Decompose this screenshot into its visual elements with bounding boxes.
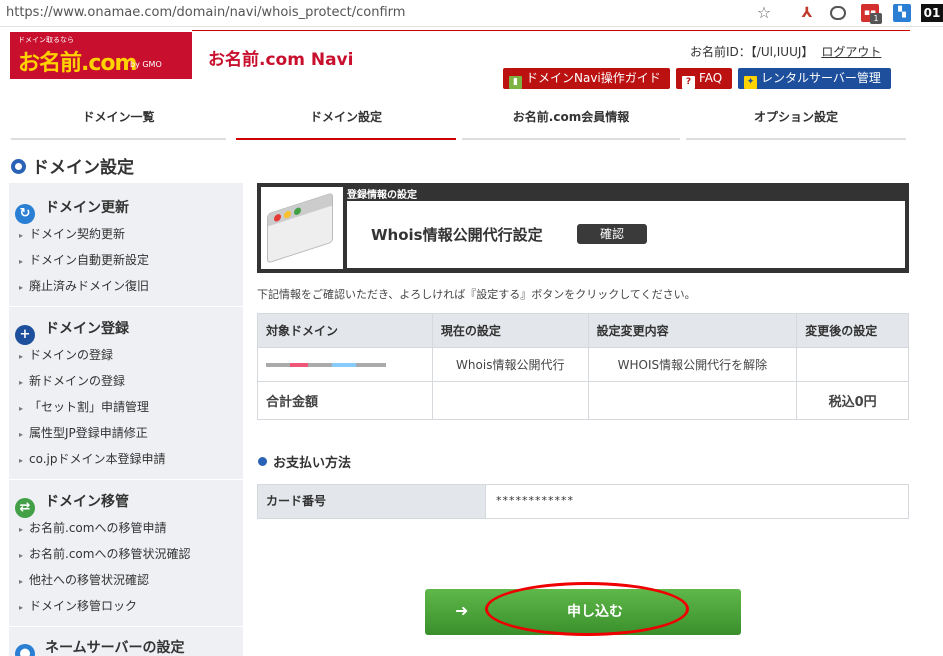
people-icon: ●: [15, 644, 35, 656]
onamae-logo[interactable]: ドメイン取るなら お名前.com by GMO: [10, 32, 192, 79]
total-amount: 税込0円: [796, 381, 909, 420]
faq-label: FAQ: [699, 71, 723, 85]
sidebar-item-transfer-status[interactable]: お名前.comへの移管状況確認: [9, 541, 243, 567]
sidebar-item-renew-contract[interactable]: ドメイン契約更新: [9, 221, 243, 247]
logo-sub-text: by GMO: [130, 60, 162, 69]
column-header: 変更後の設定: [796, 313, 909, 348]
table-header-row: 対象ドメイン 現在の設定 設定変更内容 変更後の設定: [257, 313, 909, 348]
user-id-value: 【/Ul,IUUJ】: [750, 45, 814, 59]
payment-heading: お支払い方法: [258, 452, 351, 471]
sidebar-item-transfer-request[interactable]: お名前.comへの移管申請: [9, 515, 243, 541]
window-graphic: [267, 192, 333, 264]
sidebar-heading-renew: ↻ ドメイン更新: [9, 195, 243, 224]
sidebar-item-cojp-register[interactable]: co.jpドメイン本登録申請: [9, 446, 243, 472]
tab-member-info[interactable]: お名前.com会員情報: [462, 104, 680, 140]
sidebar-divider: [9, 626, 243, 627]
sidebar-heading-renew-label: ドメイン更新: [45, 200, 129, 216]
empty-cell: [431, 381, 589, 420]
logo-tagline: ドメイン取るなら: [18, 36, 74, 44]
user-info: お名前ID：【/Ul,IUUJ】 ログアウト: [690, 43, 881, 60]
sidebar-heading-register: + ドメイン登録: [9, 316, 243, 345]
extension-badge: 1: [870, 13, 882, 24]
sidebar-item-domain-register[interactable]: ドメインの登録: [9, 342, 243, 368]
card-number-value: ************: [496, 494, 574, 507]
table-row: Whois情報公開代行 WHOIS情報公開代行を解除: [257, 347, 909, 382]
site-title: お名前.com Navi: [208, 50, 354, 70]
sidebar-item-transfer-lock[interactable]: ドメイン移管ロック: [9, 593, 243, 619]
redacted-domain: [266, 363, 386, 367]
rental-server-button[interactable]: ✦ レンタルサーバー管理: [738, 68, 891, 89]
sidebar-section-transfer: ⇄ドメイン移管 お名前.comへの移管申請 お名前.comへの移管状況確認 他社…: [9, 489, 243, 619]
logout-link[interactable]: ログアウト: [821, 45, 881, 59]
server-icon: ✦: [744, 76, 757, 89]
target-domain-cell: [257, 347, 433, 382]
sidebar-item-restore[interactable]: 廃止済みドメイン復旧: [9, 273, 243, 299]
total-label: 合計金額: [257, 381, 433, 420]
sidebar-heading-nameserver: ● ネームサーバーの設定: [9, 635, 243, 656]
card-number-label: カード番号: [258, 485, 486, 518]
total-row: 合計金額 税込0円: [257, 381, 909, 420]
highlight-annotation: [485, 582, 689, 636]
sidebar-section-nameserver: ● ネームサーバーの設定: [9, 635, 243, 656]
sidebar-divider: [9, 479, 243, 480]
logo-main-text: お名前.com: [18, 51, 137, 76]
tab-domain-list[interactable]: ドメイン一覧: [11, 104, 226, 140]
bookmark-star-icon[interactable]: ☆: [755, 4, 773, 22]
sidebar-heading-register-label: ドメイン登録: [45, 321, 129, 337]
sidebar-heading-transfer-label: ドメイン移管: [45, 494, 129, 510]
payment-heading-text: お支払い方法: [273, 456, 352, 471]
blue-extension-icon[interactable]: ▚: [893, 4, 911, 22]
column-header: 設定変更内容: [587, 313, 798, 348]
empty-cell: [587, 381, 798, 420]
circle-bullet-icon: [11, 159, 26, 174]
tab-domain-settings[interactable]: ドメイン設定: [236, 104, 456, 140]
main-nav: ドメイン一覧 ドメイン設定 お名前.com会員情報 オプション設定: [0, 104, 943, 140]
sidebar-item-jp-fix[interactable]: 属性型JP登録申請修正: [9, 420, 243, 446]
page-title: ドメイン設定: [11, 153, 134, 178]
dark-extension-icon[interactable]: 01: [921, 4, 943, 22]
column-header: 対象ドメイン: [257, 313, 433, 348]
sidebar-item-outbound-status[interactable]: 他社への移管状況確認: [9, 567, 243, 593]
instruction-text: 下記情報をご確認いただき、よろしければ『設定する』ボタンをクリックしてください。: [257, 288, 696, 301]
confirm-badge: 確認: [577, 224, 647, 244]
settings-table: 対象ドメイン 現在の設定 設定変更内容 変更後の設定 Whois情報公開代行 W…: [257, 313, 909, 420]
chat-extension-icon[interactable]: [829, 4, 847, 22]
window-illustration-icon: [261, 187, 343, 269]
faq-button[interactable]: ? FAQ: [676, 68, 732, 89]
tab-option-settings[interactable]: オプション設定: [686, 104, 906, 140]
question-icon: ?: [682, 76, 695, 89]
navi-guide-button[interactable]: ▮ ドメインNavi操作ガイド: [503, 68, 670, 89]
card-label: 登録情報の設定: [347, 190, 417, 201]
sidebar-heading-nameserver-label: ネームサーバーの設定: [45, 640, 185, 656]
page-title-text: ドメイン設定: [32, 158, 134, 178]
sidebar-section-renew: ↻ドメイン更新 ドメイン契約更新 ドメイン自動更新設定 廃止済みドメイン復旧: [9, 195, 243, 299]
after-setting-cell: [796, 347, 909, 382]
beginner-leaf-icon: ▮: [509, 76, 522, 89]
column-header: 現在の設定: [431, 313, 589, 348]
rental-server-label: レンタルサーバー管理: [761, 71, 881, 85]
current-setting-cell: Whois情報公開代行: [431, 347, 589, 382]
bullet-icon: [258, 457, 267, 466]
payment-table: カード番号 ************: [257, 484, 909, 519]
navi-guide-label: ドメインNavi操作ガイド: [526, 71, 661, 85]
sidebar-section-register: +ドメイン登録 ドメインの登録 新ドメインの登録 「セット割」申請管理 属性型J…: [9, 316, 243, 472]
browser-address-bar: https://www.onamae.com/domain/navi/whois…: [0, 0, 943, 27]
change-content-cell: WHOIS情報公開代行を解除: [587, 347, 798, 382]
pdf-extension-icon[interactable]: ⅄: [798, 4, 816, 22]
sidebar-item-new-domain[interactable]: 新ドメインの登録: [9, 368, 243, 394]
sidebar: ↻ドメイン更新 ドメイン契約更新 ドメイン自動更新設定 廃止済みドメイン復旧 +…: [9, 183, 243, 656]
sidebar-heading-transfer: ⇄ ドメイン移管: [9, 489, 243, 518]
card-title: Whois情報公開代行設定: [371, 226, 543, 244]
user-id-label: お名前ID：: [690, 45, 751, 59]
site-header: ドメイン取るなら お名前.com by GMO お名前.com Navi お名前…: [0, 27, 943, 94]
sidebar-item-auto-renew[interactable]: ドメイン自動更新設定: [9, 247, 243, 273]
sidebar-divider: [9, 306, 243, 307]
header-divider: [192, 30, 910, 31]
sidebar-item-set-discount[interactable]: 「セット割」申請管理: [9, 394, 243, 420]
url-text[interactable]: https://www.onamae.com/domain/navi/whois…: [6, 5, 405, 20]
